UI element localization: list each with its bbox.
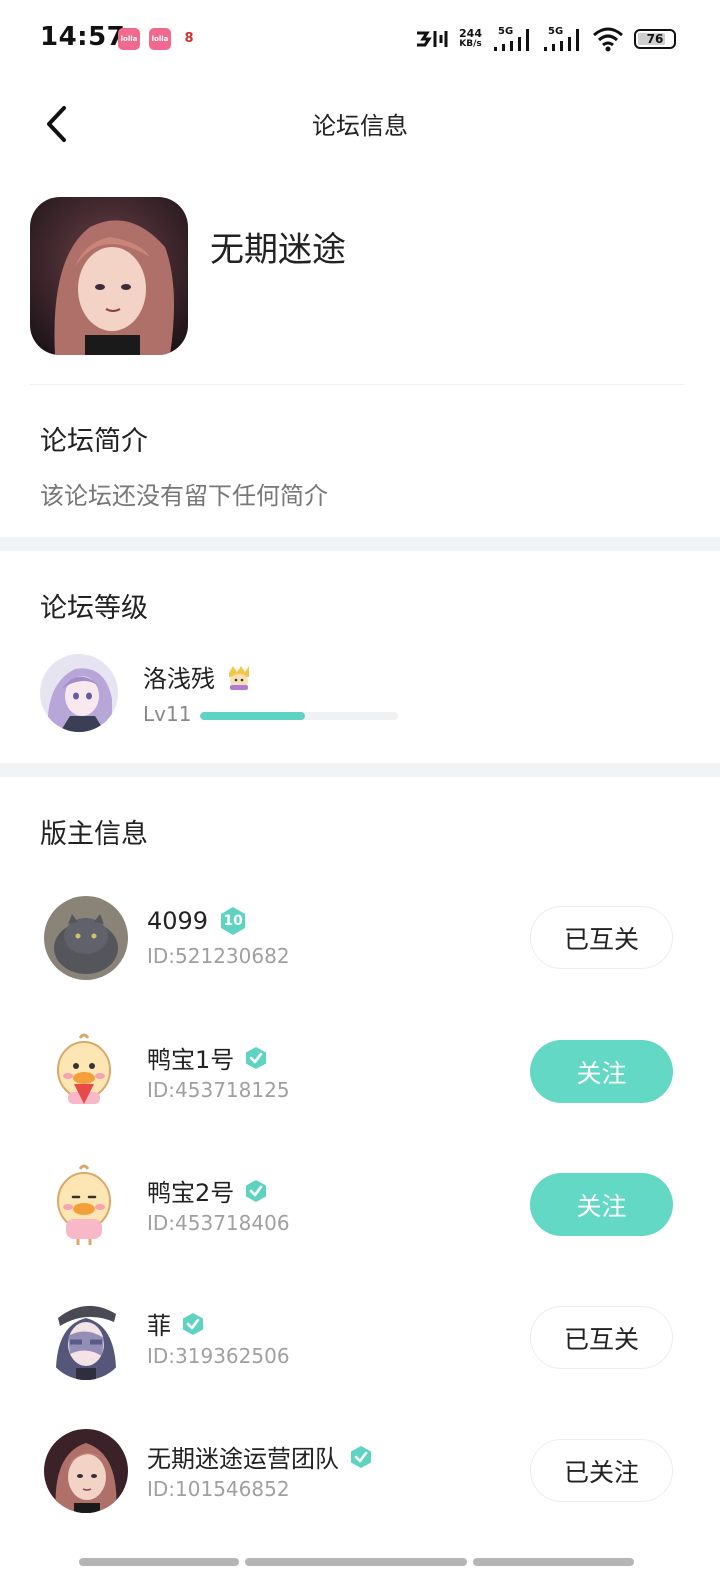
moderator-id: ID:101546852: [147, 1477, 290, 1501]
moderator-row[interactable]: 4099 10 ID:521230682 已互关: [0, 896, 720, 996]
verified-shield-icon: [183, 1312, 203, 1335]
moderator-avatar[interactable]: [44, 1429, 128, 1513]
moderator-name: 菲: [147, 1306, 205, 1341]
verified-shield-icon: [351, 1445, 371, 1468]
forum-avatar: [30, 197, 188, 355]
notification-app-icon: lolla: [118, 28, 140, 50]
level-progress-fill: [200, 712, 305, 720]
nav-indicator: [473, 1558, 634, 1566]
level-label: Lv11: [143, 702, 192, 726]
mutual-follow-button[interactable]: 已互关: [530, 906, 673, 969]
moderator-name: 鸭宝1号: [147, 1040, 268, 1075]
wifi-icon: [593, 27, 623, 52]
moderator-id: ID:319362506: [147, 1344, 290, 1368]
moderator-avatar[interactable]: [44, 1296, 128, 1380]
follow-button[interactable]: 关注: [530, 1173, 673, 1236]
intro-text: 该论坛还没有留下任何简介: [40, 482, 328, 510]
moderator-row[interactable]: 菲 ID:319362506 已互关: [0, 1296, 720, 1396]
svg-text:5G: 5G: [548, 26, 563, 37]
moderator-row[interactable]: 鸭宝1号 ID:453718125 关注: [0, 1030, 720, 1130]
moderator-id: ID:453718406: [147, 1211, 290, 1235]
following-button[interactable]: 已关注: [530, 1439, 673, 1502]
nav-indicator: [79, 1558, 239, 1566]
verified-shield-icon: [246, 1179, 267, 1202]
moderator-name: 无期迷途运营团队: [147, 1439, 373, 1474]
user-medal-icon: [229, 665, 249, 690]
svg-text:5G: 5G: [498, 26, 513, 37]
net-speed: 244 KB/s: [459, 27, 482, 49]
intro-title: 论坛简介: [40, 426, 148, 457]
divider: [30, 384, 684, 385]
moderator-avatar[interactable]: [44, 896, 128, 980]
moderator-row[interactable]: 无期迷途运营团队 ID:101546852 已关注: [0, 1429, 720, 1529]
notification-count-icon: 8: [184, 31, 194, 46]
level-progress-bar: [200, 712, 398, 720]
moderators-title: 版主信息: [40, 819, 148, 850]
moderator-row[interactable]: 鸭宝2号 ID:453718406 关注: [0, 1163, 720, 1263]
level-user-name: 洛浅残: [143, 659, 253, 694]
signal-icon: 5G: [544, 26, 579, 51]
forum-name: 无期迷途: [210, 230, 346, 270]
status-time: 14:57: [40, 22, 126, 52]
level-title: 论坛等级: [40, 593, 148, 624]
moderator-id: ID:453718125: [147, 1078, 290, 1102]
battery-icon: 76: [634, 29, 676, 49]
level-badge-icon: 10: [218, 906, 248, 936]
moderator-avatar[interactable]: [44, 1030, 128, 1114]
mutual-follow-button[interactable]: 已互关: [530, 1306, 673, 1369]
status-bar: 14:57 lolla lolla 8 244 KB/s 5G 5G 76: [0, 0, 720, 80]
section-divider: [0, 763, 720, 777]
nfc-icon: [417, 31, 448, 47]
moderator-name: 鸭宝2号: [147, 1173, 268, 1208]
user-avatar[interactable]: [40, 654, 118, 732]
moderator-name: 4099 10: [147, 906, 248, 936]
status-icons: 244 KB/s 5G 5G 76: [415, 22, 676, 56]
nav-indicator: [245, 1558, 467, 1566]
notification-app-icon: lolla: [149, 28, 171, 50]
moderator-id: ID:521230682: [147, 944, 290, 968]
signal-icon: 5G: [494, 26, 529, 51]
page-title: 论坛信息: [312, 112, 408, 140]
section-divider: [0, 537, 720, 551]
follow-button[interactable]: 关注: [530, 1040, 673, 1103]
verified-shield-icon: [246, 1046, 267, 1069]
moderator-avatar[interactable]: [44, 1163, 128, 1247]
